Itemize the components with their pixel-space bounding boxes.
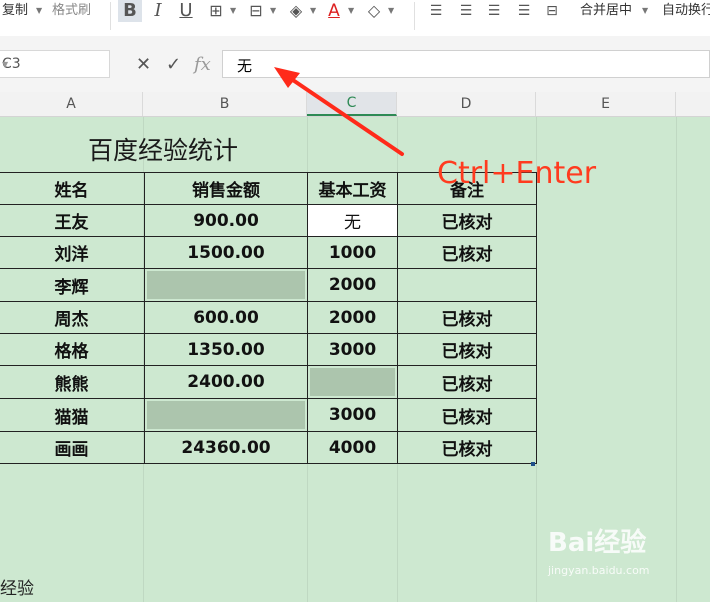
baidu-watermark: Bai经验 jingyan.baidu.com bbox=[548, 522, 650, 577]
annotation-arrow bbox=[274, 67, 404, 156]
shortcut-annotation: Ctrl+Enter bbox=[437, 156, 597, 191]
watermark-url: jingyan.baidu.com bbox=[548, 564, 650, 577]
watermark-logo: Bai经验 bbox=[548, 528, 647, 558]
